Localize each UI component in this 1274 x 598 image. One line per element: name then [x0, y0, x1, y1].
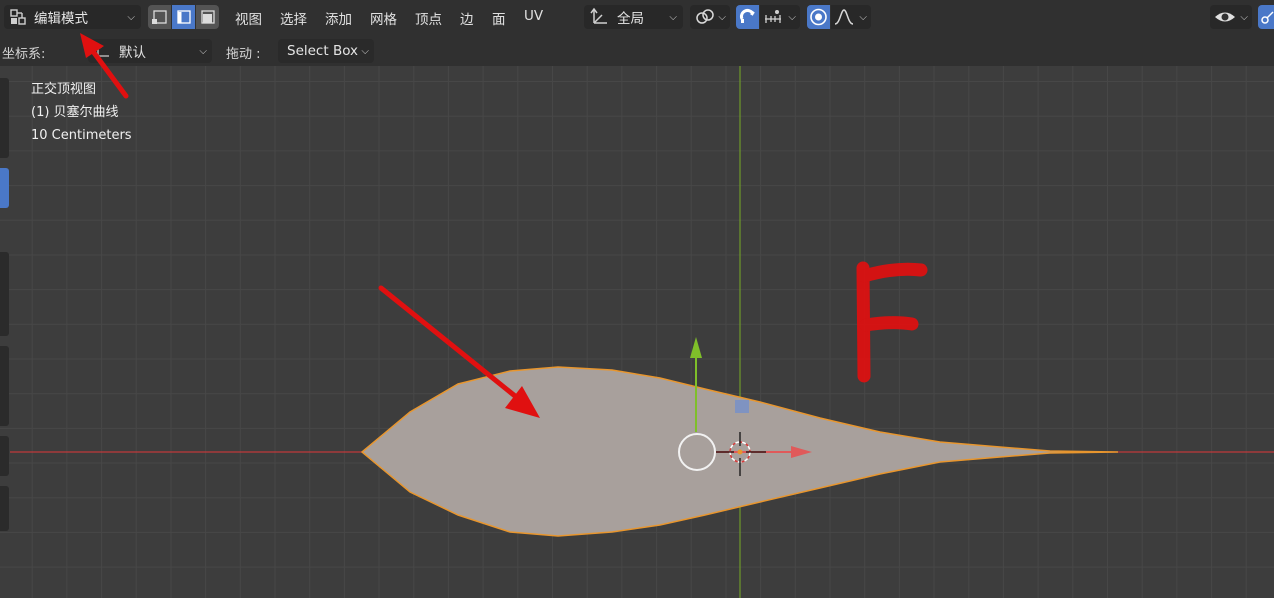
orientation-axes-icon	[94, 42, 109, 57]
face-select-button[interactable]	[196, 5, 219, 29]
vertex-select-icon	[152, 10, 167, 24]
chevron-down-icon: ⌵	[1240, 11, 1248, 23]
editor-type-icon	[10, 9, 26, 25]
gizmo-icon	[1261, 11, 1274, 24]
chevron-down-icon: ⌵	[718, 11, 726, 23]
menu-mesh[interactable]: 网格	[370, 8, 397, 28]
view-name: 正交顶视图	[31, 82, 97, 97]
snap-increment-icon	[765, 10, 781, 23]
proportional-editing-icon	[810, 8, 827, 26]
viewport-info: 正交顶视图 (1) 贝塞尔曲线 10 Centimeters	[31, 78, 132, 147]
eye-icon	[1215, 12, 1235, 22]
vertex-select-button[interactable]	[148, 5, 171, 29]
object-name: (1) 贝塞尔曲线	[31, 105, 119, 120]
3d-viewport[interactable]	[0, 66, 1274, 598]
edge-select-button[interactable]	[172, 5, 195, 29]
coord-system-value: 默认	[119, 45, 146, 61]
mode-label: 编辑模式	[34, 11, 88, 27]
menu-face[interactable]: 面	[492, 8, 506, 28]
toolbar-tab-active[interactable]	[0, 168, 9, 208]
tool-settings-bar: 坐标系: 默认 ⌵ 拖动 : Select Box ⌵	[0, 35, 1274, 66]
chevron-down-icon: ⌵	[669, 11, 677, 23]
grid-scale: 10 Centimeters	[31, 128, 132, 143]
menu-select[interactable]: 选择	[280, 8, 307, 28]
coord-system-dropdown[interactable]: 默认 ⌵	[88, 39, 212, 63]
chevron-down-icon: ⌵	[199, 45, 207, 57]
menu-edge[interactable]: 边	[460, 8, 474, 28]
orientation-label: 全局	[617, 11, 644, 27]
toolbar-tab[interactable]	[0, 486, 9, 531]
falloff-dropdown[interactable]: ⌵	[831, 5, 871, 29]
drag-label: 拖动 :	[226, 47, 261, 62]
magnet-icon	[739, 8, 755, 23]
toolbar-tab[interactable]	[0, 252, 9, 336]
toolbar-tab[interactable]	[0, 78, 9, 158]
gizmo-toggle[interactable]	[1258, 5, 1274, 29]
coord-system-label: 坐标系:	[2, 47, 46, 62]
face-select-icon	[201, 10, 215, 24]
select-mode-group	[148, 5, 220, 29]
snap-toggle[interactable]	[736, 5, 759, 29]
transform-orientation-dropdown[interactable]: 全局 ⌵	[584, 5, 683, 29]
mode-selector[interactable]: 编辑模式 ⌵	[4, 5, 141, 29]
pivot-point-dropdown[interactable]: ⌵	[690, 5, 730, 29]
menu-view[interactable]: 视图	[235, 8, 262, 28]
left-toolbar	[0, 66, 10, 598]
toolbar-tab[interactable]	[0, 346, 9, 426]
proportional-editing-toggle[interactable]	[807, 5, 830, 29]
edge-select-icon	[177, 10, 191, 24]
viewport-header: 编辑模式 ⌵ 视图 选择 添加 网格 顶点 边 面 UV 全局 ⌵ ⌵ ⌵ ⌵ …	[0, 0, 1274, 35]
orientation-axes-icon	[590, 7, 607, 24]
toolbar-tab[interactable]	[0, 436, 9, 476]
menu-vertex[interactable]: 顶点	[415, 8, 442, 28]
pivot-icon	[696, 9, 714, 24]
menu-add[interactable]: 添加	[325, 8, 352, 28]
chevron-down-icon: ⌵	[127, 11, 135, 23]
chevron-down-icon: ⌵	[788, 11, 796, 23]
chevron-down-icon: ⌵	[859, 11, 867, 23]
falloff-curve-icon	[834, 9, 854, 25]
drag-value: Select Box	[287, 43, 359, 59]
visibility-dropdown[interactable]: ⌵	[1210, 5, 1252, 29]
menu-uv[interactable]: UV	[524, 8, 543, 24]
drag-dropdown[interactable]: Select Box ⌵	[278, 39, 374, 63]
chevron-down-icon: ⌵	[361, 45, 369, 57]
snap-target-dropdown[interactable]: ⌵	[760, 5, 800, 29]
